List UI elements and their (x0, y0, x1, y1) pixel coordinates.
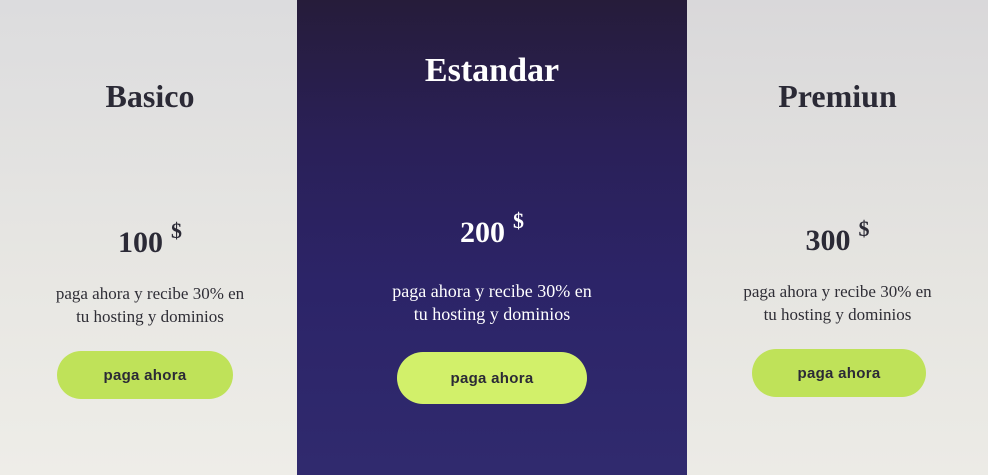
plan-price: 100 $ (0, 218, 300, 260)
plan-card-premiun: Premiun 300 $ paga ahora y recibe 30% en … (687, 0, 988, 475)
price-currency: $ (858, 216, 870, 241)
plan-price: 300 $ (687, 216, 988, 258)
plan-title: Basico (105, 78, 195, 114)
plan-description-line: tu hosting y dominios (413, 304, 571, 324)
pay-now-button[interactable]: paga ahora (57, 351, 233, 399)
plan-description-line: tu hosting y dominios (76, 307, 224, 326)
price-currency: $ (171, 218, 182, 243)
plan-description: paga ahora y recibe 30% en tu hosting y … (687, 280, 988, 326)
plan-description-line: tu hosting y dominios (763, 305, 912, 324)
plan-card-estandar: Estandar 200 $ paga ahora y recibe 30% en… (297, 0, 687, 475)
plan-price: 200 $ (297, 208, 687, 250)
plan-description: paga ahora y recibe 30% en tu hosting y … (0, 282, 300, 328)
plan-description: paga ahora y recibe 30% en tu hosting y … (297, 280, 687, 326)
price-currency: $ (513, 208, 524, 233)
pricing-table: Basico 100 $ paga ahora y recibe 30% en t… (0, 0, 988, 475)
plan-description-line: paga ahora y recibe 30% en (392, 281, 592, 301)
pay-now-button[interactable]: paga ahora (752, 349, 926, 397)
price-amount: 300 (805, 224, 851, 257)
plan-description-line: paga ahora y recibe 30% en (743, 282, 932, 301)
plan-card-basico: Basico 100 $ paga ahora y recibe 30% en t… (0, 0, 300, 475)
plan-title: Premiun (778, 78, 897, 114)
plan-title: Estandar (424, 52, 560, 89)
pay-now-button[interactable]: paga ahora (397, 352, 587, 404)
plan-description-line: paga ahora y recibe 30% en (55, 284, 245, 303)
price-amount: 200 (460, 216, 505, 249)
price-amount: 100 (118, 226, 163, 259)
